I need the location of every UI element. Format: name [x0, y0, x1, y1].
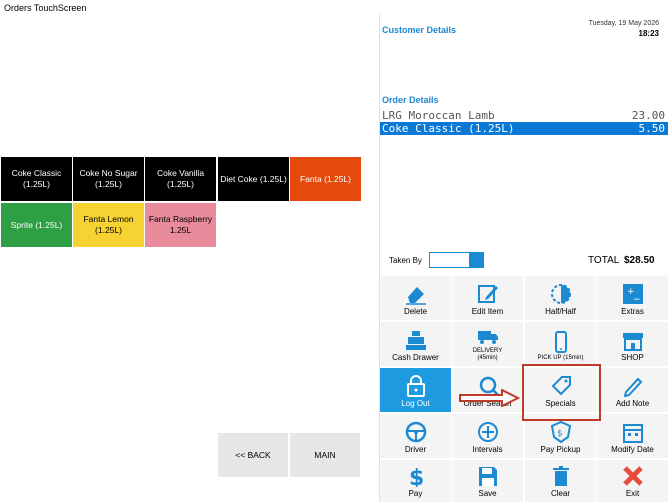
cash-drawer-button[interactable]: Cash Drawer — [380, 322, 451, 366]
delete-label: Delete — [403, 307, 428, 316]
order-line-item-selected[interactable]: Coke Classic (1.25L) 5.50 — [380, 122, 668, 135]
logout-button[interactable]: Log Out — [380, 368, 451, 412]
order-line-item[interactable]: LRG Moroccan Lamb 23.00 — [380, 109, 668, 122]
driver-button[interactable]: Driver — [380, 414, 451, 458]
intervals-button[interactable]: Intervals — [452, 414, 523, 458]
clear-label: Clear — [550, 489, 571, 498]
intervals-label: Intervals — [472, 445, 503, 454]
save-button[interactable]: Save — [452, 460, 523, 502]
pay-pickup-label: Pay Pickup — [540, 445, 581, 454]
pickup-button[interactable]: PICK UP (15min) — [525, 322, 596, 366]
add-note-button[interactable]: Add Note — [597, 368, 668, 412]
pay-label: Pay — [408, 489, 423, 498]
logout-label: Log Out — [401, 399, 430, 408]
product-diet-coke[interactable]: Diet Coke (1.25L) — [218, 157, 289, 201]
floppy-disk-icon — [478, 467, 497, 486]
product-sprite[interactable]: Sprite (1.25L) — [1, 203, 72, 247]
half-half-label: Half/Half — [545, 307, 576, 316]
plus-minus-icon: +− — [622, 284, 643, 305]
edit-item-button[interactable]: Edit Item — [452, 276, 523, 320]
phone-icon — [554, 331, 567, 353]
pay-button[interactable]: $ Pay — [380, 460, 451, 502]
trash-icon — [552, 466, 569, 486]
product-coke-vanilla[interactable]: Coke Vanilla (1.25L) — [145, 157, 216, 201]
calendar-icon — [622, 424, 643, 443]
pickup-label: PICK UP (15min) — [537, 355, 584, 361]
save-label: Save — [478, 489, 497, 498]
date-display: Tuesday, 19 May 2026 — [588, 20, 659, 27]
dollar-icon: $ — [409, 466, 424, 487]
shop-icon — [622, 333, 643, 351]
total-value: $28.50 — [624, 255, 655, 266]
clear-button[interactable]: Clear — [525, 460, 596, 502]
taken-by-dropdown[interactable] — [429, 252, 484, 268]
steering-wheel-icon — [405, 421, 426, 443]
exit-label: Exit — [625, 489, 640, 498]
window-title: Orders TouchScreen — [4, 3, 87, 13]
customer-details-heading: Customer Details — [382, 25, 457, 35]
order-item-price: 23.00 — [631, 109, 665, 122]
driver-label: Driver — [404, 445, 427, 454]
badge-icon: $ — [550, 421, 571, 443]
product-coke-classic[interactable]: Coke Classic (1.25L) — [1, 157, 72, 201]
svg-text:$: $ — [557, 429, 563, 439]
pointer-arrow-icon — [459, 389, 520, 407]
dropdown-arrow-icon[interactable] — [469, 253, 483, 267]
close-icon — [622, 466, 643, 486]
shop-label: SHOP — [621, 353, 644, 362]
product-fanta[interactable]: Fanta (1.25L) — [290, 157, 361, 201]
svg-text:−: − — [633, 295, 641, 305]
back-button[interactable]: << BACK — [218, 433, 288, 477]
cash-drawer-label: Cash Drawer — [392, 353, 439, 362]
shop-button[interactable]: SHOP — [597, 322, 668, 366]
order-item-name: Coke Classic (1.25L) — [382, 122, 515, 135]
eraser-icon — [405, 287, 426, 305]
pencil-icon — [623, 377, 642, 397]
add-note-label: Add Note — [615, 399, 650, 408]
extras-label: Extras — [621, 307, 644, 316]
total-label: TOTAL — [588, 255, 620, 266]
time-display: 18:23 — [638, 29, 659, 38]
order-item-price: 5.50 — [638, 122, 666, 135]
product-coke-no-sugar[interactable]: Coke No Sugar (1.25L) — [73, 157, 144, 201]
order-details-heading: Order Details — [382, 95, 439, 105]
exit-button[interactable]: Exit — [597, 460, 668, 502]
taken-by-label: Taken By — [389, 256, 422, 265]
main-button[interactable]: MAIN — [290, 433, 360, 477]
half-half-button[interactable]: Half/Half — [525, 276, 596, 320]
clock-plus-icon — [477, 422, 498, 442]
delivery-button[interactable]: DELIVERY (45min) — [452, 322, 523, 366]
modify-date-button[interactable]: Modify Date — [597, 414, 668, 458]
product-fanta-lemon[interactable]: Fanta Lemon (1.25L) — [73, 203, 144, 247]
delete-button[interactable]: Delete — [380, 276, 451, 320]
modify-date-label: Modify Date — [611, 445, 654, 454]
specials-highlight-box — [522, 364, 601, 421]
cash-register-icon — [405, 331, 426, 350]
edit-icon — [477, 285, 498, 303]
half-circle-icon — [550, 284, 571, 304]
edit-item-label: Edit Item — [471, 307, 504, 316]
delivery-label: DELIVERY (45min) — [472, 348, 503, 361]
product-fanta-raspberry[interactable]: Fanta Raspberry 1.25L — [145, 203, 216, 247]
extras-button[interactable]: + − Extras — [597, 276, 668, 320]
svg-text:$: $ — [409, 466, 424, 487]
order-item-name: LRG Moroccan Lamb — [382, 109, 495, 122]
lock-icon — [406, 375, 425, 397]
delivery-truck-icon — [477, 331, 498, 344]
